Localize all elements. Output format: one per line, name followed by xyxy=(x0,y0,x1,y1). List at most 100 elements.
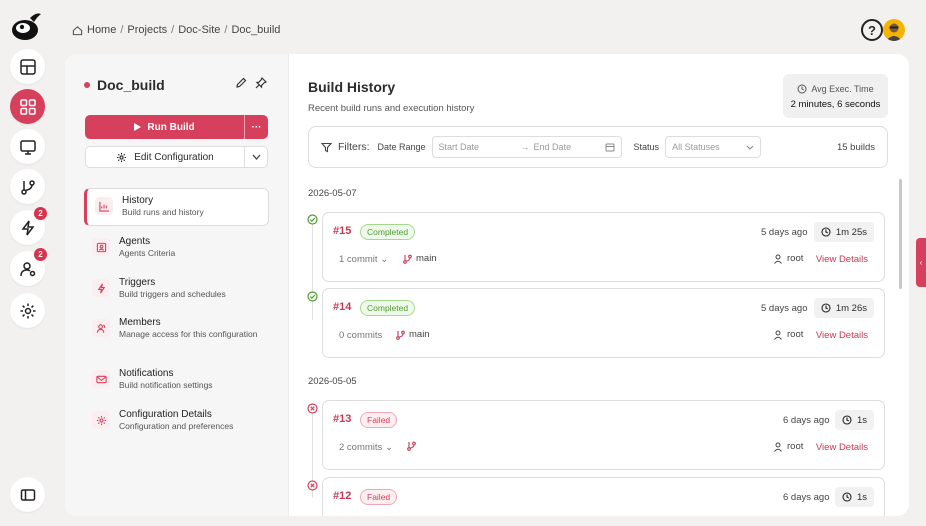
duration-value: 1s xyxy=(856,491,867,503)
nav-title: Triggers xyxy=(119,277,156,288)
branch: main xyxy=(403,253,437,264)
nav-notifications[interactable]: Notifications Build notification settings xyxy=(84,362,269,400)
build-card[interactable]: #14 Completed 5 days ago 1m 26s 0 commit… xyxy=(322,288,885,358)
nav-configuration-details[interactable]: Configuration Details Configuration and p… xyxy=(84,403,269,441)
users-icon xyxy=(92,319,110,337)
breadcrumb: Home / Projects / Doc-Site / Doc_build xyxy=(72,24,280,36)
chevron-down-icon xyxy=(252,154,260,160)
build-user: root xyxy=(773,329,803,340)
edit-configuration-button[interactable]: Edit Configuration xyxy=(85,146,268,168)
start-date-input[interactable]: Start Date xyxy=(439,142,517,152)
build-time-ago: 6 days ago xyxy=(783,492,830,503)
rail-triggers[interactable]: 2 xyxy=(10,207,47,245)
nav-triggers[interactable]: Triggers Build triggers and schedules xyxy=(84,271,269,309)
nav-title: Notifications xyxy=(119,368,174,379)
build-id[interactable]: #14 xyxy=(333,301,351,313)
clock-icon xyxy=(842,492,852,502)
breadcrumb-doc-site[interactable]: Doc-Site xyxy=(178,24,220,36)
app-logo[interactable] xyxy=(10,8,44,42)
run-build-main[interactable]: Run Build xyxy=(85,122,244,133)
group-date: 2026-05-07 xyxy=(308,188,357,199)
commit-label: 2 commits xyxy=(339,442,383,453)
scrollbar[interactable] xyxy=(899,179,902,289)
rail-git[interactable] xyxy=(10,169,45,204)
nav-members[interactable]: Members Manage access for this configurat… xyxy=(84,311,269,357)
breadcrumb-home[interactable]: Home xyxy=(87,24,116,36)
help-icon[interactable]: ? xyxy=(861,19,883,41)
status-select[interactable]: All Statuses xyxy=(665,136,762,158)
build-duration: 1s xyxy=(834,410,874,430)
edit-configuration-dropdown[interactable] xyxy=(245,154,267,160)
build-duration: 1m 25s xyxy=(813,222,874,242)
run-build-button[interactable]: Run Build ··· xyxy=(85,115,268,139)
breadcrumb-separator: / xyxy=(224,24,228,36)
view-details-link[interactable]: View Details xyxy=(816,330,868,341)
build-duration: 1m 26s xyxy=(813,298,874,318)
avatar[interactable] xyxy=(883,19,905,41)
build-id[interactable]: #13 xyxy=(333,413,351,425)
build-card[interactable]: #13 Failed 6 days ago 1s 2 commits ⌄ roo… xyxy=(322,400,885,470)
apps-icon xyxy=(19,98,36,115)
date-range-picker[interactable]: Start Date → End Date xyxy=(431,136,622,158)
rail-apps[interactable] xyxy=(10,89,45,124)
success-check-icon xyxy=(307,214,318,225)
rail-monitor[interactable] xyxy=(10,129,45,164)
pin-icon[interactable] xyxy=(254,76,268,90)
lightning-icon xyxy=(21,220,34,235)
rail-collapse[interactable] xyxy=(10,477,45,512)
build-history-content: Build History Recent build runs and exec… xyxy=(289,54,909,516)
clock-icon xyxy=(797,84,807,94)
rail-dashboard[interactable] xyxy=(10,49,45,84)
run-more-button[interactable]: ··· xyxy=(244,115,268,139)
status-badge: Completed xyxy=(360,224,416,240)
commit-count[interactable]: 2 commits ⌄ xyxy=(339,442,393,453)
nav-agents[interactable]: Agents Agents Criteria xyxy=(84,230,269,268)
breadcrumb-projects[interactable]: Projects xyxy=(127,24,167,36)
commit-label: 1 commit xyxy=(339,254,378,265)
clock-icon xyxy=(821,227,831,237)
edit-icon[interactable] xyxy=(234,76,248,90)
build-card[interactable]: #15 Completed 5 days ago 1m 25s 1 commit… xyxy=(322,212,885,282)
chevron-down-icon: ⌄ xyxy=(380,254,389,265)
avg-label: Avg Exec. Time xyxy=(811,84,874,94)
nav-subtitle: Build runs and history xyxy=(122,207,204,217)
branch: main xyxy=(396,329,430,340)
filters-label: Filters: xyxy=(338,141,370,153)
date-range-label: Date Range xyxy=(377,142,426,152)
build-user: root xyxy=(773,441,803,452)
rail-settings[interactable] xyxy=(10,293,45,328)
home-icon[interactable] xyxy=(72,25,83,36)
main-panel: Doc_build Run Build ··· Edit Configurati… xyxy=(65,54,909,516)
commit-count: 0 commits xyxy=(339,330,383,341)
project-name: Doc_build xyxy=(97,77,165,93)
timeline-line xyxy=(312,220,313,320)
build-card[interactable]: #12 Failed 6 days ago 1s xyxy=(322,477,885,516)
app-rail: 2 2 xyxy=(0,0,52,526)
agent-icon xyxy=(92,238,110,256)
edit-configuration-main[interactable]: Edit Configuration xyxy=(86,147,245,167)
user-name: root xyxy=(787,329,804,340)
end-date-input[interactable]: End Date xyxy=(534,142,601,152)
commit-count[interactable]: 1 commit ⌄ xyxy=(339,254,388,265)
user-icon xyxy=(774,330,782,340)
view-details-link[interactable]: View Details xyxy=(816,442,868,453)
build-id[interactable]: #15 xyxy=(333,225,351,237)
page-subtitle: Recent build runs and execution history xyxy=(308,103,475,114)
rail-users[interactable]: 2 xyxy=(10,248,47,286)
project-title: Doc_build xyxy=(84,77,165,93)
edit-configuration-label: Edit Configuration xyxy=(134,151,214,163)
nav-title: Configuration Details xyxy=(119,409,212,420)
gear-icon xyxy=(20,303,35,318)
expand-panel-tab[interactable]: ‹ xyxy=(916,238,926,287)
calendar-icon[interactable] xyxy=(605,142,615,152)
group-date: 2026-05-05 xyxy=(308,376,357,387)
lightning-icon xyxy=(92,279,110,297)
play-icon xyxy=(134,123,142,131)
build-id[interactable]: #12 xyxy=(333,490,351,502)
nav-history[interactable]: History Build runs and history xyxy=(84,188,269,226)
build-time-ago: 5 days ago xyxy=(761,303,808,314)
nav-subtitle: Agents Criteria xyxy=(119,248,176,258)
nav-subtitle: Manage access for this configuration xyxy=(119,329,258,339)
duration-value: 1m 25s xyxy=(835,226,867,238)
view-details-link[interactable]: View Details xyxy=(816,254,868,265)
